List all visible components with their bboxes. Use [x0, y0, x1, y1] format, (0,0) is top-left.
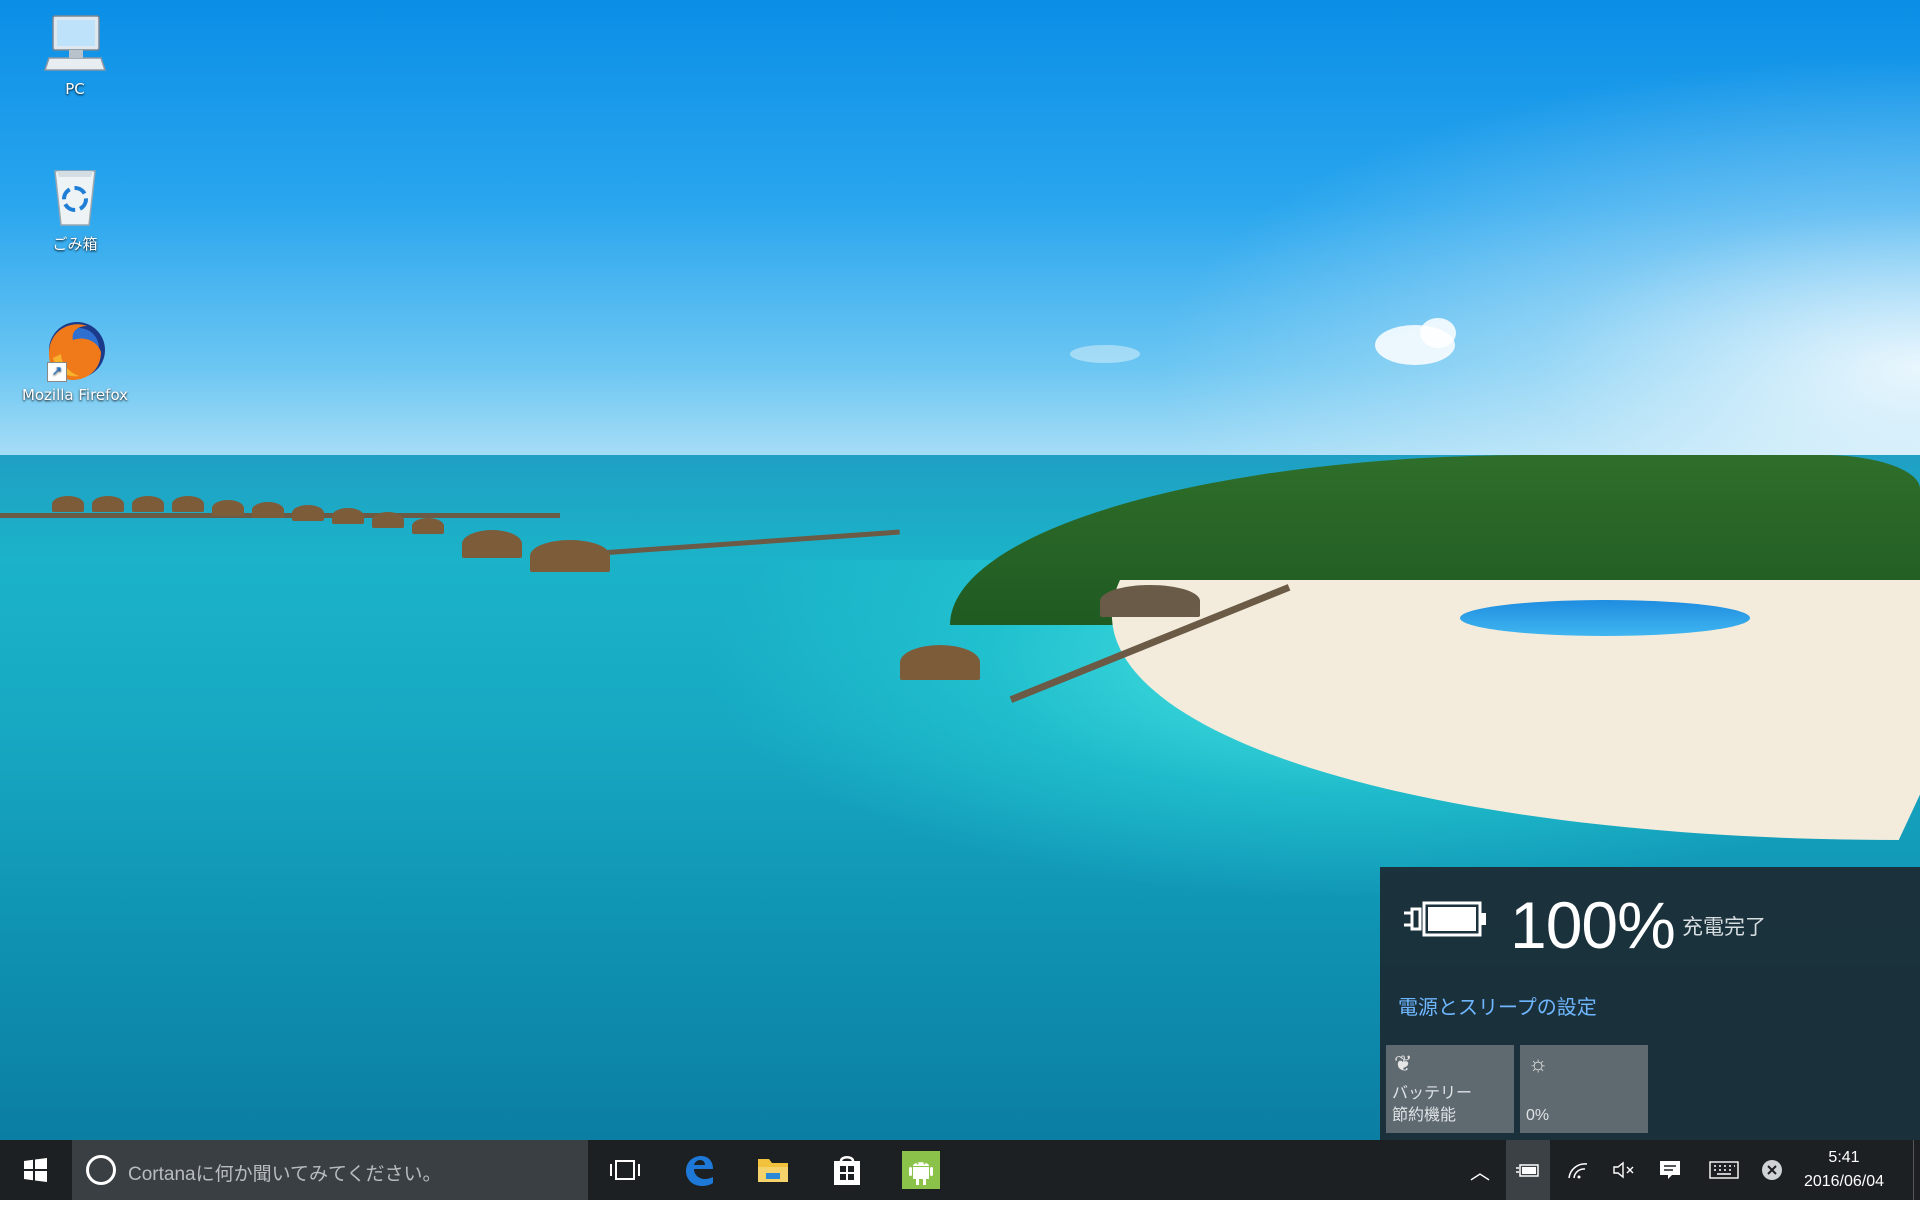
battery-tray-button[interactable] [1506, 1140, 1550, 1200]
desktop-icon-firefox[interactable]: ↗ Mozilla Firefox [15, 318, 135, 404]
task-view-button[interactable] [588, 1140, 662, 1200]
cortana-icon [86, 1155, 116, 1185]
show-hidden-icons-button[interactable]: ︿ [1458, 1140, 1502, 1200]
wallpaper-villa [1100, 585, 1200, 617]
edge-icon [686, 1156, 713, 1186]
battery-saver-label-line1: バッテリー [1392, 1085, 1473, 1102]
battery-saver-label: バッテリー 節約機能 [1392, 1083, 1472, 1127]
wallpaper-villa [212, 500, 244, 516]
touch-keyboard-button[interactable] [1702, 1140, 1746, 1200]
desktop-icon-pc[interactable]: PC [15, 12, 135, 98]
cortana-search-box[interactable]: Cortanaに何か聞いてみてください。 [72, 1140, 588, 1200]
android-icon [902, 1151, 940, 1189]
desktop-icon-label: PC [65, 80, 85, 98]
wallpaper-villa [172, 496, 204, 512]
close-notification-tray-button[interactable] [1750, 1140, 1794, 1200]
power-sleep-settings-link[interactable]: 電源とスリープの設定 [1398, 991, 1597, 1020]
windows-logo-icon [24, 1158, 47, 1182]
wallpaper-villa [132, 496, 164, 512]
battery-charging-icon [1402, 899, 1488, 944]
notification-icon [1660, 1161, 1680, 1179]
wallpaper-cloud [1070, 345, 1140, 363]
wallpaper-villa [292, 505, 324, 521]
wallpaper-cloud [1420, 318, 1456, 348]
recycle-bin-icon [43, 165, 107, 229]
wifi-icon [1568, 1163, 1588, 1179]
wallpaper-sky-glow [1020, 0, 1920, 460]
desktop-icon-recycle-bin[interactable]: ごみ箱 [15, 165, 135, 254]
leaf-icon: ❦ [1394, 1051, 1413, 1076]
action-center-button[interactable] [1648, 1140, 1692, 1200]
wallpaper-villa [92, 496, 124, 512]
shortcut-arrow-icon: ↗ [47, 362, 67, 382]
speaker-muted-icon [1613, 1161, 1634, 1179]
wallpaper-villa [412, 518, 444, 534]
battery-percent: 100% [1510, 888, 1676, 962]
wallpaper-villa [900, 645, 980, 680]
taskbar-clock[interactable]: 5:41 2016/06/04 [1798, 1146, 1890, 1194]
store-button[interactable] [810, 1140, 884, 1200]
wallpaper-villa [372, 512, 404, 528]
store-icon [834, 1156, 860, 1185]
firefox-icon: ↗ [43, 318, 107, 382]
task-view-icon [610, 1160, 640, 1180]
clock-date: 2016/06/04 [1803, 1173, 1885, 1190]
android-app-button[interactable] [884, 1140, 958, 1200]
wallpaper-villa [530, 540, 610, 572]
brightness-value: 0% [1526, 1107, 1550, 1124]
volume-tray-button[interactable] [1602, 1140, 1646, 1200]
edge-button[interactable] [662, 1140, 736, 1200]
show-desktop-button[interactable] [1913, 1140, 1920, 1200]
battery-saver-label-line2: 節約機能 [1392, 1107, 1457, 1124]
taskbar: Cortanaに何か聞いてみてください。 ︿ 5:41 2016/06/04 [0, 1140, 1920, 1200]
chevron-up-icon: ︿ [1470, 1161, 1490, 1184]
wallpaper-villa [332, 508, 364, 524]
brightness-tile[interactable]: ☼ 0% [1520, 1045, 1648, 1133]
wallpaper-villa [52, 496, 84, 512]
battery-saver-tile[interactable]: ❦ バッテリー 節約機能 [1386, 1045, 1514, 1133]
file-explorer-button[interactable] [736, 1140, 810, 1200]
battery-status: 充電完了 [1682, 916, 1766, 939]
folder-icon [758, 1159, 788, 1182]
wallpaper-villa [252, 502, 284, 518]
desktop-icon-label: Mozilla Firefox [21, 386, 129, 404]
battery-flyout: 100% 充電完了 電源とスリープの設定 ❦ バッテリー 節約機能 ☼ 0% [1380, 867, 1920, 1140]
start-button[interactable] [0, 1140, 72, 1200]
clock-time: 5:41 [1828, 1149, 1860, 1166]
computer-icon [43, 12, 107, 76]
battery-charging-tray-icon [1516, 1164, 1539, 1177]
network-tray-button[interactable] [1556, 1140, 1600, 1200]
search-placeholder: Cortanaに何か聞いてみてください。 [128, 1164, 442, 1185]
close-circle-icon [1762, 1160, 1782, 1180]
keyboard-icon [1709, 1161, 1739, 1179]
wallpaper-pool [1460, 600, 1750, 636]
brightness-icon: ☼ [1528, 1051, 1549, 1076]
wallpaper-villa [462, 530, 522, 558]
desktop-icon-label: ごみ箱 [52, 235, 98, 253]
